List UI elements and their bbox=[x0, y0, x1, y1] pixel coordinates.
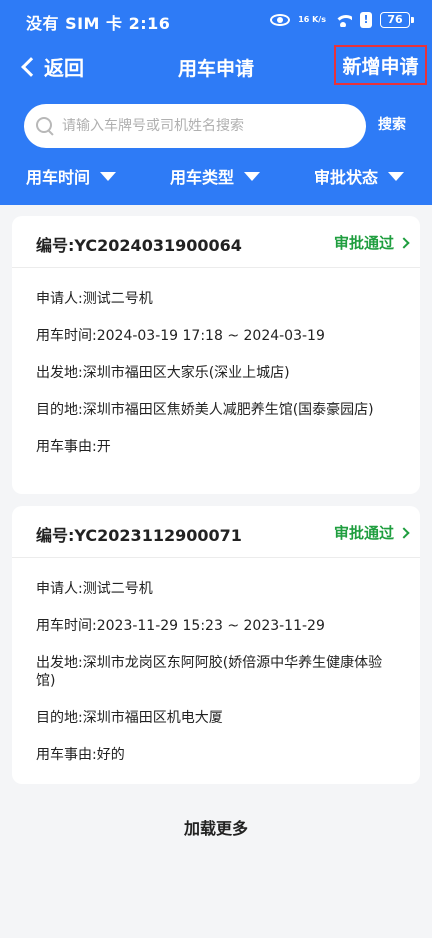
triangle-down-icon bbox=[244, 171, 261, 181]
search-box bbox=[24, 104, 366, 148]
alert-icon: ! bbox=[360, 12, 372, 28]
status-label: 审批通过 bbox=[333, 234, 394, 252]
reason: 用车事由:好的 bbox=[36, 747, 125, 763]
approval-status[interactable]: 审批通过 bbox=[333, 522, 410, 543]
card-body: 申请人:测试二号机 用车时间:2023-11-29 15:23 ~ 2023-1… bbox=[12, 558, 420, 764]
new-application-button[interactable]: 新增申请 bbox=[334, 45, 427, 85]
card-body: 申请人:测试二号机 用车时间:2024-03-19 17:18 ~ 2024-0… bbox=[12, 268, 420, 456]
applicant: 申请人:测试二号机 bbox=[36, 291, 153, 307]
chevron-right-icon bbox=[398, 526, 410, 539]
nav-bar: 返回 用车申请 新增申请 bbox=[0, 40, 432, 94]
filter-status[interactable]: 审批状态 bbox=[314, 164, 405, 188]
search-input[interactable] bbox=[62, 118, 352, 134]
origin: 出发地:深圳市龙岗区东阿阿胶(娇倍源中华养生健康体验馆) bbox=[36, 655, 383, 689]
filter-label: 用车时间 bbox=[26, 168, 91, 187]
reason: 用车事由:开 bbox=[36, 439, 111, 455]
origin: 出发地:深圳市福田区大家乐(深业上城店) bbox=[36, 365, 290, 381]
filter-type[interactable]: 用车类型 bbox=[170, 164, 261, 188]
eye-icon bbox=[270, 14, 291, 26]
card-header: 编号:YC2023112900071 审批通过 bbox=[12, 506, 420, 558]
destination: 目的地:深圳市福田区机电大厦 bbox=[36, 710, 223, 726]
header: 没有 SIM 卡 2:16 16 K/s ! 76 返回 用车申请 新增申请 搜… bbox=[0, 0, 432, 205]
record-number: 编号:YC2024031900064 bbox=[36, 236, 242, 255]
chevron-right-icon bbox=[398, 236, 410, 249]
record-card[interactable]: 编号:YC2024031900064 审批通过 申请人:测试二号机 用车时间:2… bbox=[12, 216, 420, 494]
filter-bar: 用车时间 用车类型 审批状态 bbox=[0, 160, 432, 192]
filter-label: 用车类型 bbox=[170, 168, 235, 187]
triangle-down-icon bbox=[100, 171, 117, 181]
record-number: 编号:YC2023112900071 bbox=[36, 526, 242, 545]
wifi-icon bbox=[334, 13, 352, 27]
status-label: 审批通过 bbox=[333, 524, 394, 542]
applicant: 申请人:测试二号机 bbox=[36, 581, 153, 597]
card-header: 编号:YC2024031900064 审批通过 bbox=[12, 216, 420, 268]
network-speed-icon: 16 K/s bbox=[298, 15, 326, 24]
destination: 目的地:深圳市福田区焦娇美人减肥养生馆(国泰豪园店) bbox=[36, 402, 374, 418]
filter-label: 审批状态 bbox=[314, 168, 379, 187]
use-time: 用车时间:2023-11-29 15:23 ~ 2023-11-29 bbox=[36, 618, 325, 634]
battery-icon: 76 bbox=[380, 12, 414, 28]
search-button[interactable]: 搜索 bbox=[378, 114, 406, 134]
status-icons: 16 K/s ! 76 bbox=[270, 10, 414, 30]
search-icon bbox=[36, 117, 54, 135]
carrier-time: 没有 SIM 卡 2:16 bbox=[26, 14, 171, 33]
record-card[interactable]: 编号:YC2023112900071 审批通过 申请人:测试二号机 用车时间:2… bbox=[12, 506, 420, 784]
approval-status[interactable]: 审批通过 bbox=[333, 232, 410, 253]
filter-time[interactable]: 用车时间 bbox=[26, 164, 117, 188]
triangle-down-icon bbox=[388, 171, 405, 181]
status-bar: 没有 SIM 卡 2:16 16 K/s ! 76 bbox=[0, 0, 432, 40]
load-more-button[interactable]: 加载更多 bbox=[0, 815, 432, 839]
use-time: 用车时间:2024-03-19 17:18 ~ 2024-03-19 bbox=[36, 328, 325, 344]
